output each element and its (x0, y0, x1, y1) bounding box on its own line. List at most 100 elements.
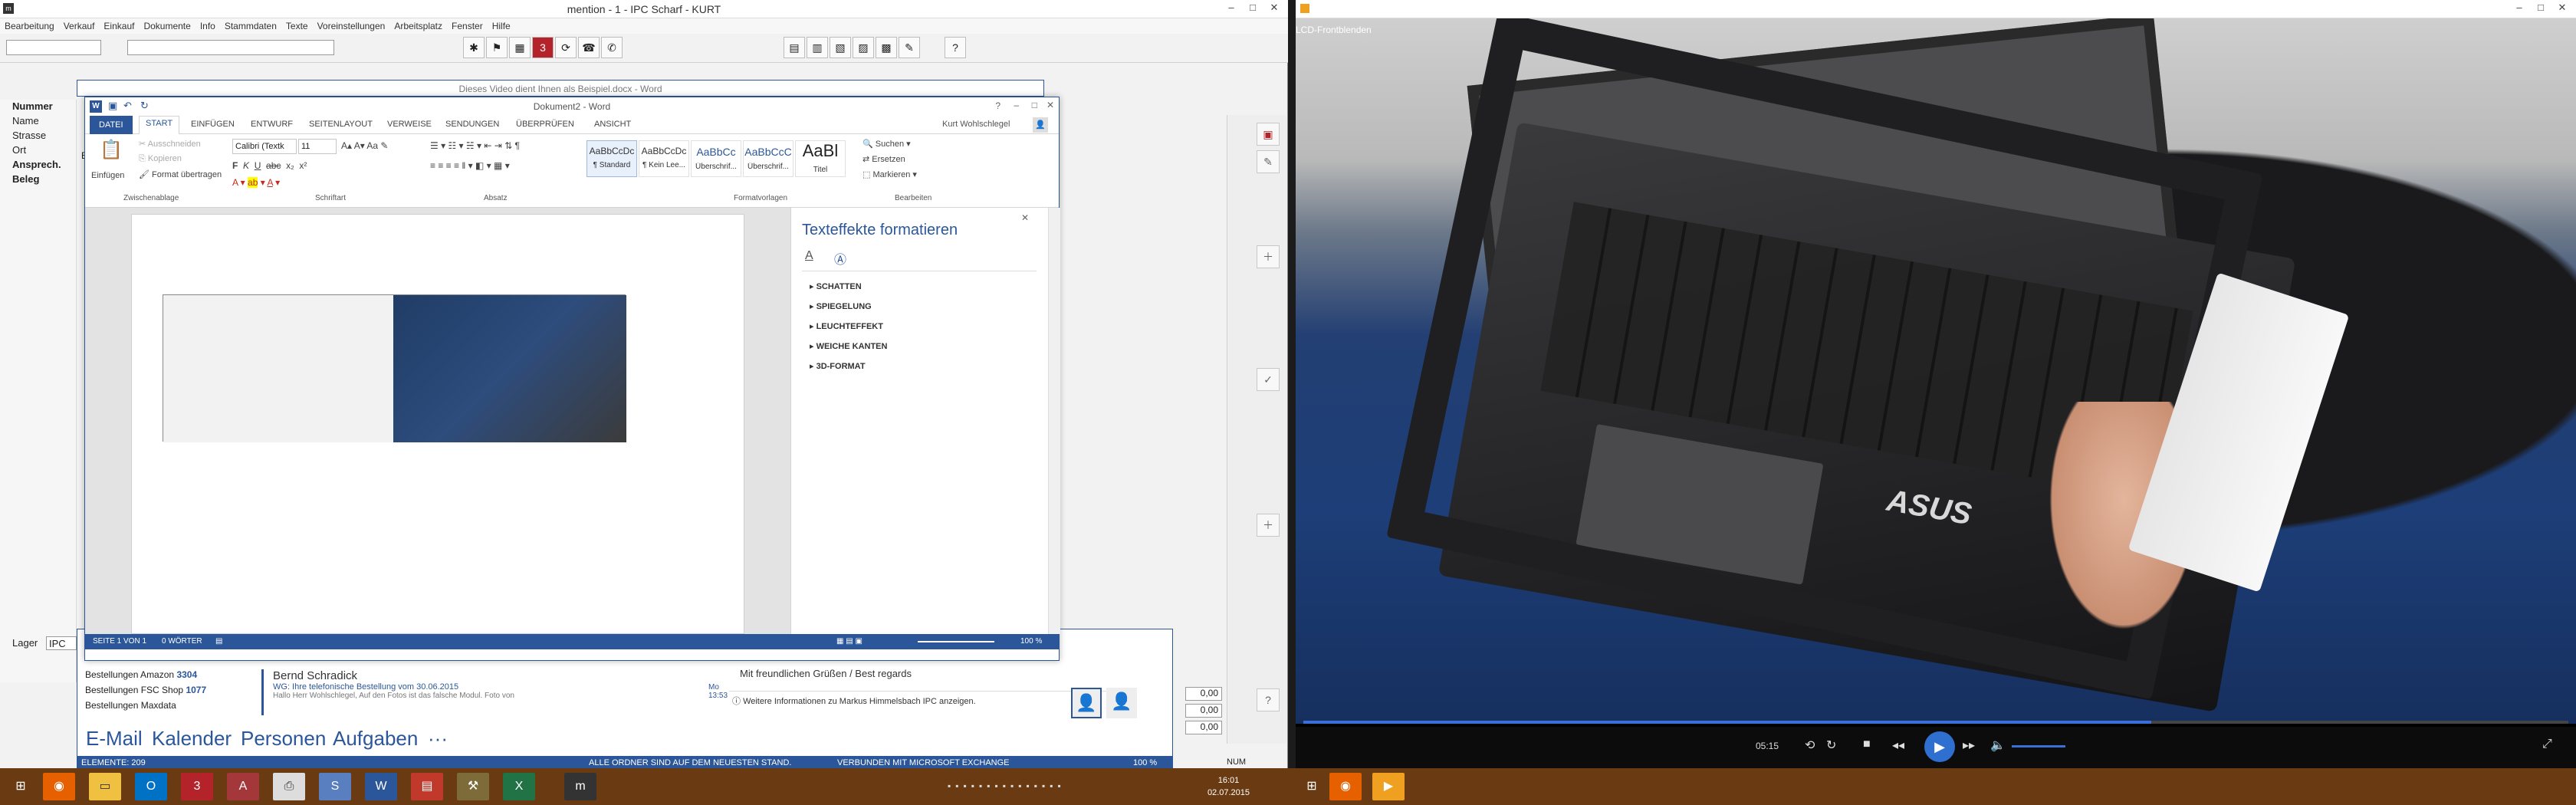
tab-entwurf[interactable]: ENTWURF (251, 120, 293, 129)
taskbar-pdf-icon[interactable]: ▤ (411, 773, 443, 800)
nav-email[interactable]: E-Mail (86, 727, 143, 751)
menu-dokumente[interactable]: Dokumente (139, 18, 195, 34)
taskbar2-firefox-icon[interactable]: ◉ (1329, 773, 1362, 800)
document-page[interactable] (131, 214, 744, 634)
proofing-icon[interactable]: ▤ (215, 637, 222, 646)
menu-stammdaten[interactable]: Stammdaten (220, 18, 281, 34)
video-minimize-button[interactable]: – (2509, 2, 2530, 15)
taskbar-explorer-icon[interactable]: ▭ (89, 773, 121, 800)
nav-more[interactable]: ··· (428, 727, 448, 751)
maximize-button[interactable]: □ (1242, 2, 1263, 15)
video-progress-bar[interactable] (1303, 721, 2568, 724)
style-standard[interactable]: AaBbCcDc ¶ Standard (586, 140, 637, 177)
stop-icon[interactable]: ■ (1863, 738, 1871, 751)
effect-leuchteffekt[interactable]: ▸ LEUCHTEFFEKT (810, 321, 883, 331)
slow-icon[interactable]: ⟲ (1805, 738, 1815, 753)
cut-button[interactable]: ✂ Ausschneiden (139, 139, 201, 149)
play-button[interactable]: ▶ (1924, 731, 1955, 762)
side-doc-icon[interactable]: ▣ (1257, 123, 1280, 146)
menu-fenster[interactable]: Fenster (447, 18, 488, 34)
word-help-icon[interactable]: ? (995, 100, 1001, 111)
menu-info[interactable]: Info (196, 18, 220, 34)
taskbar-access-icon[interactable]: A (227, 773, 259, 800)
word-minimize-button[interactable]: – (1014, 100, 1019, 110)
mail-list-item[interactable]: Bernd Schradick WG: Ihre telefonische Be… (261, 669, 728, 715)
style-titel[interactable]: AaBl Titel (795, 140, 846, 177)
close-button[interactable]: ✕ (1263, 2, 1285, 15)
nav-personen[interactable]: Personen (241, 727, 326, 751)
minimize-button[interactable]: – (1221, 2, 1242, 15)
contact-avatar[interactable]: 👤 (1071, 688, 1102, 718)
format-painter-button[interactable]: 🖌 Format übertragen (139, 169, 222, 179)
volume-slider[interactable] (2012, 745, 2065, 748)
toolbar-grid-icon[interactable]: ▦ (509, 37, 531, 58)
taskbar-sf-icon[interactable]: S (319, 773, 351, 800)
paste-icon[interactable]: 📋 (97, 139, 125, 166)
font-format-buttons[interactable]: F K U abc x₂ x² (232, 160, 307, 171)
grow-shrink-icon[interactable]: A▴ A▾ Aa ✎ (341, 140, 388, 151)
view-buttons[interactable]: ▦ ▤ ▣ (836, 637, 863, 646)
folder-item[interactable]: Bestellungen FSC Shop 1077 (85, 685, 246, 700)
value-field-1[interactable]: 0,00 (1185, 687, 1222, 701)
tab-datei[interactable]: DATEI (90, 116, 133, 134)
menu-einkauf[interactable]: Einkauf (99, 18, 139, 34)
effect-schatten[interactable]: ▸ SCHATTEN (810, 281, 862, 291)
tab-ueberpruefen[interactable]: ÜBERPRÜFEN (516, 120, 574, 129)
context-select[interactable] (127, 40, 334, 55)
tab-ansicht[interactable]: ANSICHT (594, 120, 631, 129)
volume-icon[interactable]: 🔈 (1990, 738, 2006, 753)
toolbar-tool5-icon[interactable]: ▩ (876, 37, 897, 58)
pasted-screenshot-image[interactable] (163, 294, 626, 442)
video-close-button[interactable]: ✕ (2551, 2, 2573, 15)
toolbar-tool6-icon[interactable]: ✎ (899, 37, 920, 58)
taskbar-outlook-icon[interactable]: O (135, 773, 167, 800)
list-buttons[interactable]: ☰ ▾ ☷ ▾ ☵ ▾ ⇤ ⇥ ⇅ ¶ (430, 140, 520, 151)
video-maximize-button[interactable]: □ (2530, 2, 2551, 15)
font-name-select[interactable]: Calibri (Textk (232, 139, 297, 154)
menu-arbeitsplatz[interactable]: Arbeitsplatz (389, 18, 447, 34)
fast-forward-icon[interactable]: ▸▸ (1963, 738, 1975, 753)
side-help-icon[interactable]: ? (1257, 688, 1280, 711)
menu-hilfe[interactable]: Hilfe (488, 18, 515, 34)
text-effects-icon[interactable]: Ⓐ (834, 249, 846, 268)
side-check-icon[interactable]: ✓ (1257, 368, 1280, 391)
nav-aufgaben[interactable]: Aufgaben (333, 727, 418, 751)
copy-button[interactable]: ⎘ Kopieren (139, 154, 182, 164)
find-button[interactable]: 🔍 Suchen ▾ (863, 139, 911, 149)
contact-avatar-2[interactable]: 👤 (1106, 688, 1137, 718)
start-button[interactable]: ⊞ (5, 773, 37, 800)
video-frame[interactable]: ASUS (1296, 18, 2576, 724)
people-pane-info[interactable]: ⓘ Weitere Informationen zu Markus Himmel… (729, 691, 1128, 708)
effect-spiegelung[interactable]: ▸ SPIEGELUNG (810, 301, 872, 311)
taskbar-excel-icon[interactable]: X (503, 773, 535, 800)
taskbar-word-icon[interactable]: W (365, 773, 397, 800)
replace-button[interactable]: ⇄ Ersetzen (863, 154, 905, 164)
word-user-name[interactable]: Kurt Wohlschlegel (942, 120, 1010, 129)
side-add-icon[interactable]: ＋ (1257, 245, 1280, 268)
toolbar-com-icon[interactable]: ☎ (578, 37, 600, 58)
folder-item[interactable]: Bestellungen Amazon 3304 (85, 669, 246, 685)
quick-search-input[interactable] (6, 40, 101, 55)
style-ueberschrift-1[interactable]: AaBbCc Überschrif... (691, 140, 741, 177)
fullscreen-icon[interactable]: ⤢ (2542, 738, 2552, 751)
nav-kalender[interactable]: Kalender (152, 727, 232, 751)
toolbar-tool2-icon[interactable]: ▥ (807, 37, 828, 58)
value-field-2[interactable]: 0,00 (1185, 704, 1222, 718)
side-edit-icon[interactable]: ✎ (1257, 150, 1280, 173)
taskbar-firefox-icon[interactable]: ◉ (43, 773, 75, 800)
toolbar-tool4-icon[interactable]: ▨ (853, 37, 874, 58)
select-button[interactable]: ⬚ Markieren ▾ (863, 169, 917, 179)
rewind-icon[interactable]: ◂◂ (1892, 738, 1904, 753)
menu-bearbeitung[interactable]: Bearbeitung (0, 18, 59, 34)
text-fill-icon[interactable]: A (805, 249, 813, 263)
tab-sendungen[interactable]: SENDUNGEN (445, 120, 499, 129)
align-buttons[interactable]: ≡ ≡ ≡ ≡ ‖ ▾ ◧ ▾ ▦ ▾ (430, 160, 510, 171)
toolbar-sync-icon[interactable]: ⟳ (555, 37, 577, 58)
taskbar-tool-icon[interactable]: ⚒ (457, 773, 489, 800)
style-ueberschrift-2[interactable]: AaBbCcC Überschrif... (743, 140, 794, 177)
tab-seitenlayout[interactable]: SEITENLAYOUT (309, 120, 373, 129)
toolbar-phone-icon[interactable]: ✆ (601, 37, 623, 58)
toolbar-flag-icon[interactable]: ⚑ (486, 37, 508, 58)
lager-input[interactable]: IPC (46, 636, 77, 650)
tray-icons[interactable]: ▪▪▪▪▪▪▪▪▪▪▪▪▪▪▪ (948, 780, 1066, 791)
